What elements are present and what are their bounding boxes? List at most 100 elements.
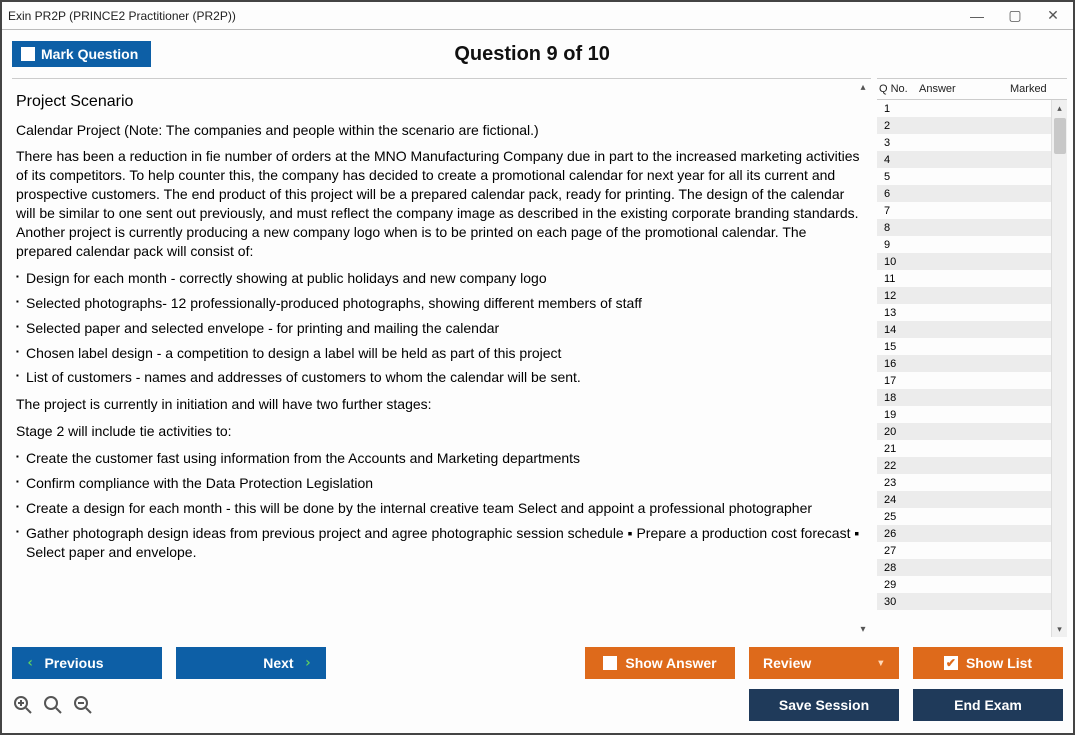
mark-question-button[interactable]: Mark Question bbox=[12, 41, 151, 67]
zoom-icon[interactable] bbox=[42, 694, 64, 716]
side-scrollbar[interactable]: ▴ ▾ bbox=[1051, 100, 1067, 637]
question-list-row[interactable]: 19 bbox=[877, 406, 1067, 423]
zoom-in-icon[interactable] bbox=[12, 694, 34, 716]
question-list-row[interactable]: 12 bbox=[877, 287, 1067, 304]
question-list-row[interactable]: 9 bbox=[877, 236, 1067, 253]
close-icon[interactable]: ✕ bbox=[1043, 6, 1063, 26]
row-qno: 23 bbox=[880, 477, 920, 489]
previous-button[interactable]: ‹ Previous bbox=[12, 647, 162, 679]
question-list-row[interactable]: 27 bbox=[877, 542, 1067, 559]
row-qno: 2 bbox=[880, 120, 920, 132]
question-list-row[interactable]: 15 bbox=[877, 338, 1067, 355]
question-list-row[interactable]: 5 bbox=[877, 168, 1067, 185]
question-list-row[interactable]: 24 bbox=[877, 491, 1067, 508]
question-list-row[interactable]: 3 bbox=[877, 134, 1067, 151]
show-list-button[interactable]: ✔ Show List bbox=[913, 647, 1063, 679]
maximize-icon[interactable]: ▢ bbox=[1005, 6, 1025, 26]
question-list-row[interactable]: 8 bbox=[877, 219, 1067, 236]
row-qno: 14 bbox=[880, 324, 920, 336]
question-list-row[interactable]: 20 bbox=[877, 423, 1067, 440]
row-qno: 5 bbox=[880, 171, 920, 183]
list-item: Create the customer fast using informati… bbox=[16, 449, 865, 468]
row-qno: 29 bbox=[880, 579, 920, 591]
question-scroll-area[interactable]: ▴ ▾ Project Scenario Calendar Project (N… bbox=[12, 78, 871, 637]
row-qno: 13 bbox=[880, 307, 920, 319]
zoom-controls bbox=[12, 694, 94, 716]
question-list-row[interactable]: 26 bbox=[877, 525, 1067, 542]
list-item: Design for each month - correctly showin… bbox=[16, 269, 865, 288]
question-list-row[interactable]: 6 bbox=[877, 185, 1067, 202]
zoom-out-icon[interactable] bbox=[72, 694, 94, 716]
show-answer-button[interactable]: Show Answer bbox=[585, 647, 735, 679]
review-button[interactable]: Review ▾ bbox=[749, 647, 899, 679]
chevron-left-icon: ‹ bbox=[26, 655, 34, 671]
question-list-body: 1234567891011121314151617181920212223242… bbox=[877, 100, 1067, 637]
row-qno: 9 bbox=[880, 239, 920, 251]
question-list-row[interactable]: 14 bbox=[877, 321, 1067, 338]
col-answer: Answer bbox=[919, 83, 1010, 95]
question-list-row[interactable]: 22 bbox=[877, 457, 1067, 474]
checkbox-icon bbox=[21, 47, 35, 61]
row-qno: 21 bbox=[880, 443, 920, 455]
row-qno: 30 bbox=[880, 596, 920, 608]
row-qno: 12 bbox=[880, 290, 920, 302]
question-list-row[interactable]: 13 bbox=[877, 304, 1067, 321]
chevron-down-icon: ▾ bbox=[877, 655, 885, 671]
question-number-title: Question 9 of 10 bbox=[151, 43, 913, 66]
chevron-right-icon: › bbox=[304, 655, 312, 671]
question-list-row[interactable]: 30 bbox=[877, 593, 1067, 610]
question-list-row[interactable]: 4 bbox=[877, 151, 1067, 168]
question-list-row[interactable]: 10 bbox=[877, 253, 1067, 270]
row-qno: 11 bbox=[880, 273, 920, 285]
row-qno: 25 bbox=[880, 511, 920, 523]
end-exam-button[interactable]: End Exam bbox=[913, 689, 1063, 721]
next-label: Next bbox=[263, 655, 293, 671]
question-list-row[interactable]: 7 bbox=[877, 202, 1067, 219]
stage2-list: Create the customer fast using informati… bbox=[16, 449, 865, 561]
question-list-row[interactable]: 2 bbox=[877, 117, 1067, 134]
stages-intro: The project is currently in initiation a… bbox=[16, 395, 865, 414]
row-qno: 4 bbox=[880, 154, 920, 166]
question-list-row[interactable]: 29 bbox=[877, 576, 1067, 593]
scroll-down-icon[interactable]: ▾ bbox=[1052, 621, 1068, 637]
question-list-row[interactable]: 28 bbox=[877, 559, 1067, 576]
question-list-row[interactable]: 23 bbox=[877, 474, 1067, 491]
row-qno: 3 bbox=[880, 137, 920, 149]
row-qno: 27 bbox=[880, 545, 920, 557]
scenario-heading: Project Scenario bbox=[16, 91, 865, 113]
next-button[interactable]: Next › bbox=[176, 647, 326, 679]
question-list-row[interactable]: 1 bbox=[877, 100, 1067, 117]
scroll-down-icon[interactable]: ▾ bbox=[855, 621, 871, 637]
question-list-row[interactable]: 18 bbox=[877, 389, 1067, 406]
review-label: Review bbox=[763, 655, 811, 671]
col-marked: Marked bbox=[1010, 83, 1065, 95]
question-list-panel: Q No. Answer Marked 12345678910111213141… bbox=[877, 78, 1067, 637]
mark-question-label: Mark Question bbox=[41, 46, 138, 62]
app-window: Exin PR2P (PRINCE2 Practitioner (PR2P)) … bbox=[0, 0, 1075, 735]
minimize-icon[interactable]: — bbox=[967, 6, 987, 26]
row-qno: 22 bbox=[880, 460, 920, 472]
pack-list: Design for each month - correctly showin… bbox=[16, 269, 865, 387]
row-qno: 7 bbox=[880, 205, 920, 217]
row-qno: 19 bbox=[880, 409, 920, 421]
row-qno: 10 bbox=[880, 256, 920, 268]
show-answer-label: Show Answer bbox=[625, 655, 716, 671]
previous-label: Previous bbox=[44, 655, 103, 671]
footer-row-1: ‹ Previous Next › Show Answer Review ▾ ✔… bbox=[12, 647, 1063, 679]
question-list-row[interactable]: 25 bbox=[877, 508, 1067, 525]
scenario-body: There has been a reduction in fie number… bbox=[16, 147, 865, 260]
list-item: Gather photograph design ideas from prev… bbox=[16, 524, 865, 562]
question-list-row[interactable]: 21 bbox=[877, 440, 1067, 457]
scroll-thumb[interactable] bbox=[1054, 118, 1066, 154]
row-qno: 26 bbox=[880, 528, 920, 540]
question-text: Project Scenario Calendar Project (Note:… bbox=[16, 91, 865, 562]
question-list-row[interactable]: 17 bbox=[877, 372, 1067, 389]
scroll-up-icon[interactable]: ▴ bbox=[855, 79, 871, 95]
question-list-row[interactable]: 16 bbox=[877, 355, 1067, 372]
question-content-column: ▴ ▾ Project Scenario Calendar Project (N… bbox=[12, 78, 871, 637]
scroll-up-icon[interactable]: ▴ bbox=[1052, 100, 1068, 116]
save-session-button[interactable]: Save Session bbox=[749, 689, 899, 721]
list-item: Create a design for each month - this wi… bbox=[16, 499, 865, 518]
question-list-row[interactable]: 11 bbox=[877, 270, 1067, 287]
checkbox-icon bbox=[603, 656, 617, 670]
